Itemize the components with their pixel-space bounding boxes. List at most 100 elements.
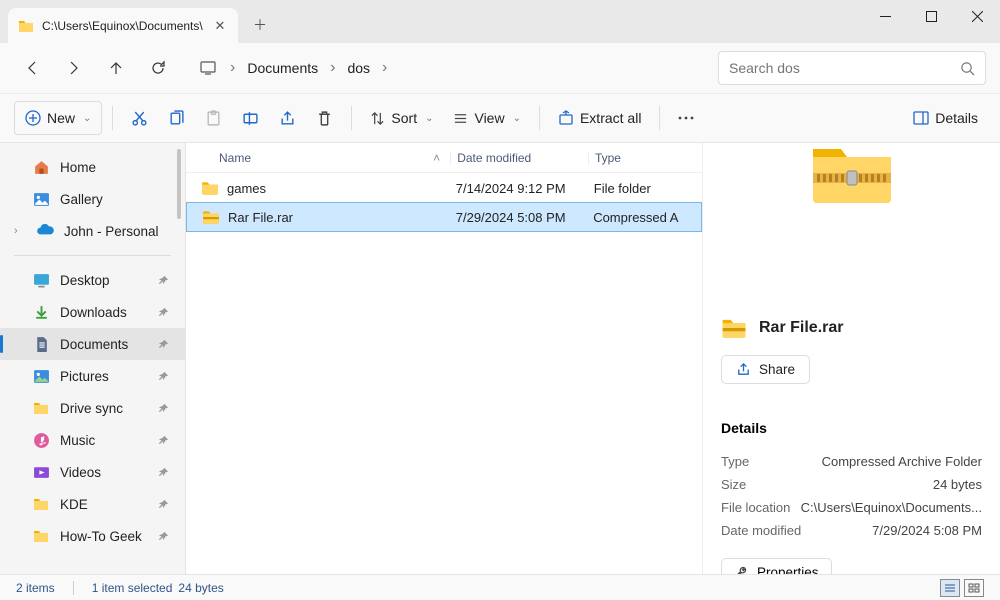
folder-icon [18, 18, 34, 34]
details-view-toggle[interactable] [940, 579, 960, 597]
sidebar-item-videos[interactable]: Videos [0, 456, 185, 488]
sidebar: Home Gallery ›John - Personal Desktop Do… [0, 143, 186, 599]
search-box[interactable] [718, 51, 986, 85]
pin-icon [158, 307, 169, 318]
sidebar-item-desktop[interactable]: Desktop [0, 264, 185, 296]
tab-title: C:\Users\Equinox\Documents\ [42, 19, 204, 33]
folder-icon [32, 399, 50, 417]
sidebar-item-downloads[interactable]: Downloads [0, 296, 185, 328]
sidebar-item-personal[interactable]: ›John - Personal [0, 215, 185, 247]
detail-row-type: TypeCompressed Archive Folder [721, 450, 982, 473]
desktop-icon [32, 271, 50, 289]
search-icon [960, 61, 975, 76]
rename-icon [242, 110, 259, 127]
back-button[interactable] [14, 50, 50, 86]
view-icon [453, 111, 468, 126]
chevron-down-icon: ⌄ [83, 113, 91, 124]
detail-row-location: File locationC:\Users\Equinox\Documents.… [721, 496, 982, 519]
sort-icon [370, 111, 385, 126]
sidebar-item-music[interactable]: Music [0, 424, 185, 456]
zip-icon [721, 315, 747, 341]
column-type[interactable]: Type [588, 151, 702, 165]
rename-button[interactable] [234, 101, 267, 135]
pin-icon [158, 339, 169, 350]
share-button[interactable]: Share [721, 355, 810, 384]
sidebar-item-gallery[interactable]: Gallery [0, 183, 185, 215]
status-bar: 2 items 1 item selected 24 bytes [0, 574, 1000, 600]
maximize-button[interactable] [908, 0, 954, 32]
sort-asc-icon: ˄ [433, 151, 440, 165]
download-icon [32, 303, 50, 321]
detail-row-size: Size24 bytes [721, 473, 982, 496]
chevron-right-icon: › [14, 225, 26, 237]
breadcrumb-dos[interactable]: dos [339, 56, 378, 80]
details-pane-button[interactable]: Details [905, 101, 986, 135]
paste-icon [205, 110, 222, 127]
close-button[interactable] [954, 0, 1000, 32]
column-name[interactable]: Name˄ [201, 151, 450, 165]
sidebar-item-home[interactable]: Home [0, 151, 185, 183]
copy-button[interactable] [160, 101, 193, 135]
pc-icon[interactable] [190, 50, 226, 86]
sidebar-item-pictures[interactable]: Pictures [0, 360, 185, 392]
thumbnails-view-toggle[interactable] [964, 579, 984, 597]
extract-all-button[interactable]: Extract all [550, 101, 649, 135]
column-headers: Name˄ Date modified Type [186, 143, 702, 173]
refresh-button[interactable] [140, 50, 176, 86]
sidebar-item-kde[interactable]: KDE [0, 488, 185, 520]
file-list: Name˄ Date modified Type games 7/14/2024… [186, 143, 702, 599]
up-button[interactable] [98, 50, 134, 86]
music-icon [32, 431, 50, 449]
chevron-right-icon[interactable]: › [228, 59, 237, 77]
sidebar-item-documents[interactable]: Documents [0, 328, 185, 360]
tab-current[interactable]: C:\Users\Equinox\Documents\ ✕ [8, 8, 238, 43]
breadcrumb-documents[interactable]: Documents [239, 56, 326, 80]
share-button[interactable] [271, 101, 304, 135]
chevron-right-icon[interactable]: › [328, 59, 337, 77]
status-count: 2 items [16, 581, 55, 595]
folder-icon [32, 527, 50, 545]
copy-icon [168, 110, 185, 127]
folder-icon [201, 179, 219, 197]
video-icon [32, 463, 50, 481]
new-tab-button[interactable]: ＋ [244, 9, 276, 41]
sidebar-item-htg[interactable]: How-To Geek [0, 520, 185, 552]
paste-button[interactable] [197, 101, 230, 135]
search-input[interactable] [729, 60, 960, 76]
plus-circle-icon [25, 110, 41, 126]
sort-button[interactable]: Sort⌄ [362, 101, 441, 135]
trash-icon [316, 110, 333, 127]
folder-icon [32, 495, 50, 513]
delete-button[interactable] [308, 101, 341, 135]
forward-button[interactable] [56, 50, 92, 86]
share-icon [736, 362, 751, 377]
table-row[interactable]: Rar File.rar 7/29/2024 5:08 PM Compresse… [186, 202, 702, 232]
chevron-right-icon[interactable]: › [380, 59, 389, 77]
minimize-button[interactable] [862, 0, 908, 32]
details-title: Rar File.rar [759, 319, 843, 337]
breadcrumb: › Documents › dos › [190, 50, 712, 86]
table-row[interactable]: games 7/14/2024 9:12 PM File folder [186, 173, 702, 203]
sidebar-item-drivesync[interactable]: Drive sync [0, 392, 185, 424]
cut-button[interactable] [123, 101, 156, 135]
chevron-down-icon: ⌄ [425, 113, 433, 124]
gallery-icon [32, 190, 50, 208]
home-icon [32, 158, 50, 176]
pin-icon [158, 531, 169, 542]
document-icon [32, 335, 50, 353]
pin-icon [158, 467, 169, 478]
window-controls [862, 0, 1000, 32]
tab-close-icon[interactable]: ✕ [212, 18, 228, 34]
new-button[interactable]: New ⌄ [14, 101, 102, 135]
toolbar: New ⌄ Sort⌄ View⌄ Extract all Details [0, 93, 1000, 143]
column-date[interactable]: Date modified [450, 151, 588, 165]
status-selection: 1 item selected [92, 581, 173, 595]
pin-icon [158, 403, 169, 414]
view-button[interactable]: View⌄ [445, 101, 528, 135]
navbar: › Documents › dos › [0, 43, 1000, 93]
body: Home Gallery ›John - Personal Desktop Do… [0, 143, 1000, 599]
more-button[interactable] [670, 101, 702, 135]
ellipsis-icon [678, 116, 694, 120]
cut-icon [131, 110, 148, 127]
pin-icon [158, 435, 169, 446]
